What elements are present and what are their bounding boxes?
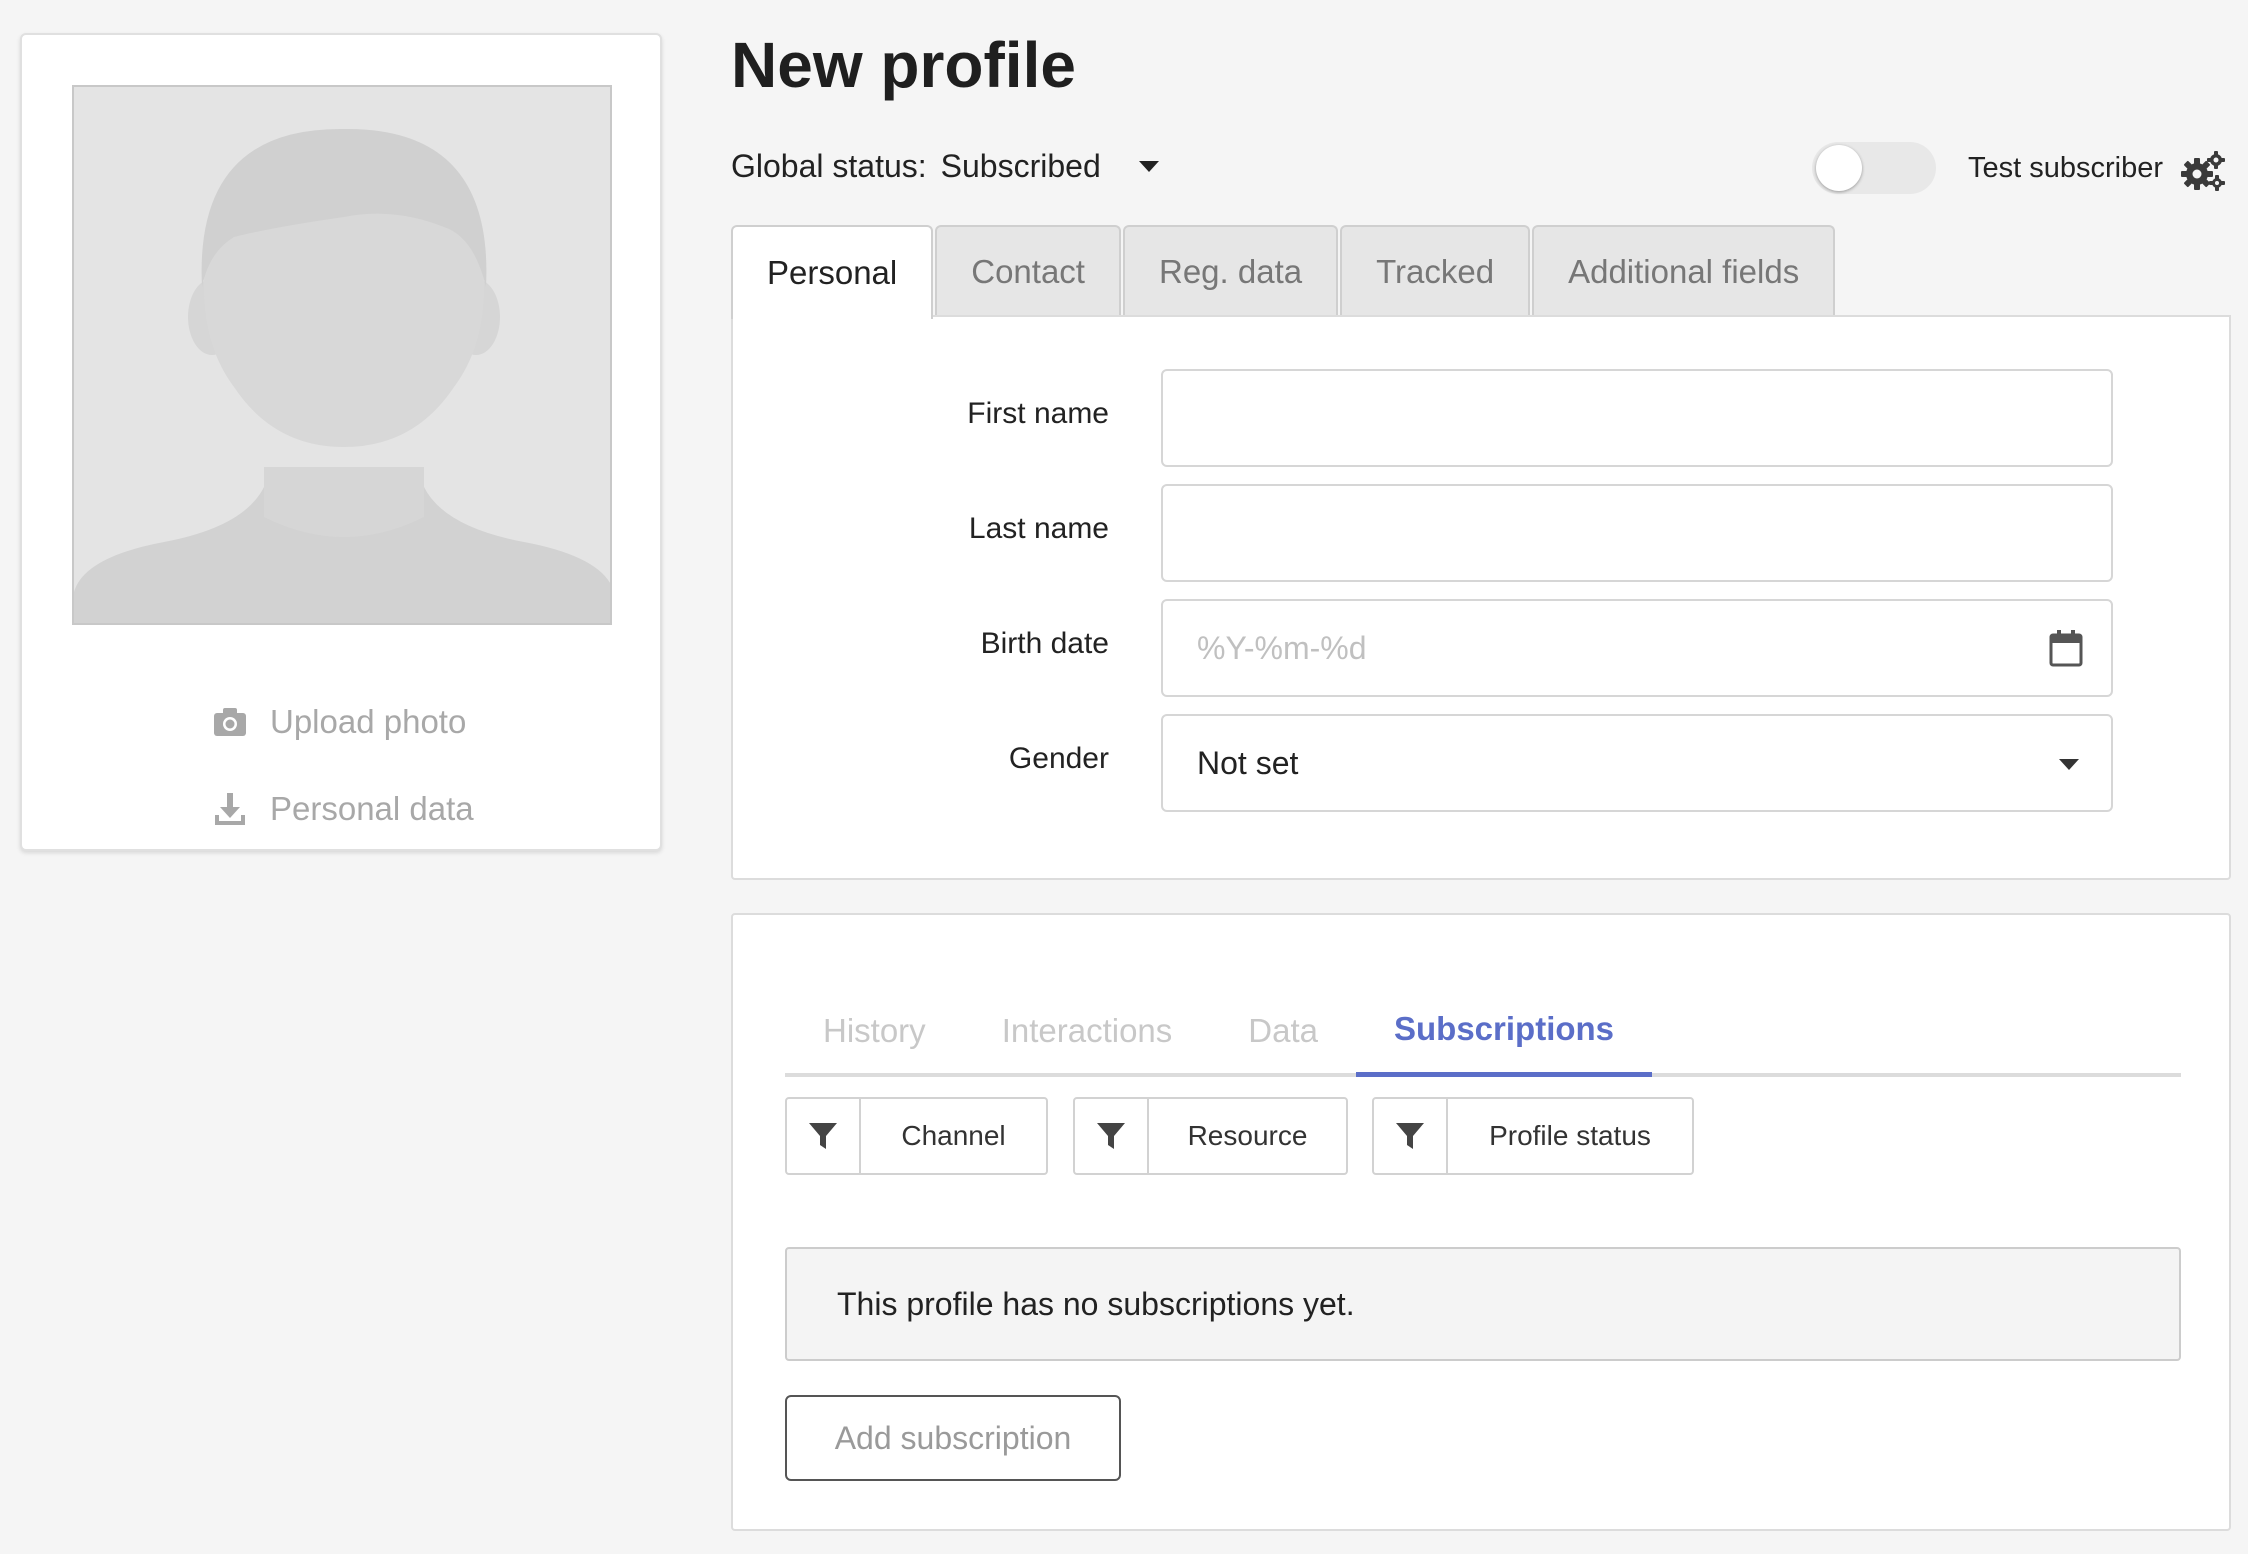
global-status-label: Global status:	[731, 148, 927, 184]
avatar-silhouette-icon	[74, 87, 610, 623]
tab-personal[interactable]: Personal	[731, 225, 934, 319]
gender-label: Gender	[1008, 742, 1109, 775]
activity-panel: History Interactions Data Subscriptions …	[731, 913, 2231, 1531]
profile-tabs: Personal Contact Reg. data Tracked Addit…	[731, 225, 1837, 319]
test-subscriber-toggle[interactable]	[1812, 142, 1936, 194]
caret-down-icon	[2059, 759, 2079, 770]
personal-data-label: Personal data	[270, 790, 474, 827]
filter-icon-cell	[1374, 1099, 1448, 1173]
filter-resource[interactable]: Resource	[1073, 1097, 1348, 1175]
calendar-icon[interactable]	[2049, 629, 2083, 667]
upload-photo-button[interactable]: Upload photo	[212, 703, 466, 741]
filter-channel[interactable]: Channel	[785, 1097, 1048, 1175]
gears-icon[interactable]	[2180, 150, 2226, 192]
tab-additional-fields[interactable]: Additional fields	[1532, 225, 1836, 317]
filter-icon	[809, 1123, 837, 1149]
last-name-input[interactable]	[1161, 484, 2113, 582]
activity-tabs: History Interactions Data Subscriptions	[785, 985, 2181, 1077]
test-subscriber-label: Test subscriber	[1968, 152, 2164, 184]
tab-tracked[interactable]: Tracked	[1340, 225, 1531, 317]
subtab-history[interactable]: History	[785, 985, 964, 1077]
first-name-input[interactable]	[1161, 369, 2113, 467]
filter-icon	[1396, 1123, 1424, 1149]
personal-data-button[interactable]: Personal data	[212, 790, 474, 828]
camera-icon	[214, 708, 246, 736]
download-icon	[215, 793, 245, 825]
subtab-data[interactable]: Data	[1210, 985, 1356, 1077]
empty-subscriptions-message: This profile has no subscriptions yet.	[785, 1247, 2181, 1361]
photo-card: Upload photo Personal data	[20, 33, 662, 851]
birth-date-placeholder: %Y-%m-%d	[1197, 629, 1367, 666]
tab-reg-data[interactable]: Reg. data	[1122, 225, 1339, 317]
page-title: New profile	[731, 29, 1076, 101]
filter-resource-label: Resource	[1187, 1120, 1308, 1151]
subtab-subscriptions[interactable]: Subscriptions	[1356, 985, 1653, 1077]
birth-date-label: Birth date	[980, 627, 1109, 660]
gender-select[interactable]: Not set	[1161, 714, 2113, 812]
first-name-label: First name	[967, 397, 1109, 430]
subtab-interactions[interactable]: Interactions	[964, 985, 1211, 1077]
last-name-label: Last name	[968, 512, 1109, 545]
filter-icon-cell	[1075, 1099, 1149, 1173]
profile-photo-placeholder	[72, 85, 612, 625]
toggle-knob	[1816, 145, 1862, 191]
gender-value: Not set	[1197, 744, 1299, 781]
caret-down-icon	[1138, 161, 1159, 172]
filter-channel-label: Channel	[901, 1120, 1006, 1151]
filter-profile-status[interactable]: Profile status	[1372, 1097, 1694, 1175]
birth-date-input[interactable]: %Y-%m-%d	[1161, 599, 2113, 697]
filter-icon	[1097, 1123, 1125, 1149]
global-status-dropdown[interactable]: Global status: Subscribed	[731, 148, 1159, 185]
personal-panel: First name Last name Birth date %Y-%m-%d…	[731, 315, 2231, 880]
tab-contact[interactable]: Contact	[935, 225, 1121, 317]
add-subscription-button[interactable]: Add subscription	[785, 1395, 1121, 1481]
filter-profile-status-label: Profile status	[1489, 1120, 1651, 1151]
upload-photo-label: Upload photo	[270, 703, 467, 740]
filter-icon-cell	[787, 1099, 861, 1173]
global-status-value: Subscribed	[940, 148, 1101, 184]
